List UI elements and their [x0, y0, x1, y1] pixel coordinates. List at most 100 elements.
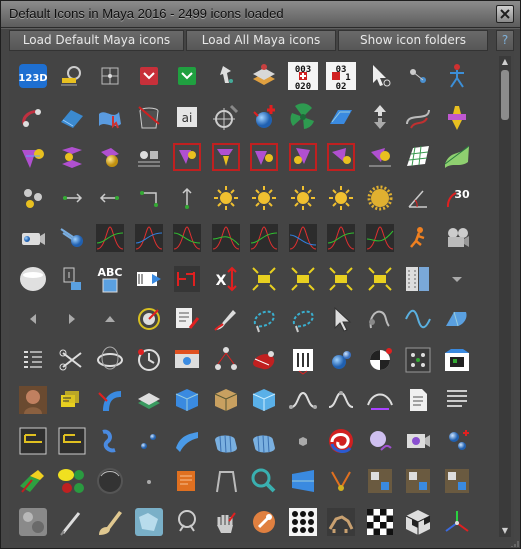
target-ring-icon[interactable] — [130, 299, 169, 340]
close-button[interactable] — [496, 5, 514, 23]
curve-peak-icon[interactable] — [284, 380, 323, 421]
arrow-right-icon[interactable] — [53, 299, 92, 340]
snap-grid-icon[interactable] — [91, 56, 130, 97]
reveal-green-icon[interactable] — [168, 56, 207, 97]
graph-curve-icon-2[interactable] — [130, 218, 169, 259]
move-vertex-icon-3[interactable] — [130, 178, 169, 219]
camera-rig-icon[interactable] — [399, 421, 438, 462]
scroll-thumb[interactable] — [501, 70, 509, 120]
light-bulb-icon[interactable] — [207, 178, 246, 219]
up-down-arrows-icon[interactable] — [361, 97, 400, 138]
grid-surface-icon-2[interactable] — [438, 137, 477, 178]
scissors-cut-icon[interactable] — [53, 340, 92, 381]
deformer-red-icon[interactable] — [168, 137, 207, 178]
target-crosshair-icon[interactable] — [207, 97, 246, 138]
torus-rings-icon[interactable] — [91, 340, 130, 381]
delete-bin-icon[interactable] — [130, 97, 169, 138]
help-button[interactable]: ? — [496, 30, 514, 51]
chain-link-icon[interactable] — [91, 421, 130, 462]
paint-brush-big-icon[interactable] — [91, 502, 130, 538]
deformer-red-icon-4[interactable] — [284, 137, 323, 178]
comet-icon[interactable] — [53, 218, 92, 259]
bead-icon[interactable] — [399, 56, 438, 97]
deformer-plain-icon[interactable] — [361, 137, 400, 178]
film-camera-icon[interactable] — [438, 218, 477, 259]
photo-animal-icon[interactable] — [322, 502, 361, 538]
sphere-add-icon[interactable] — [245, 97, 284, 138]
checker-cube-icon[interactable] — [399, 502, 438, 538]
vertical-scrollbar[interactable]: ▲ ▼ — [499, 56, 511, 537]
editor-edit-icon[interactable] — [168, 299, 207, 340]
graph-curve-icon-8[interactable] — [361, 218, 400, 259]
color-swatch-icon[interactable] — [53, 461, 92, 502]
pencil-line-icon[interactable] — [53, 502, 92, 538]
camera-icon[interactable] — [14, 218, 53, 259]
key-pattern-icon[interactable] — [168, 259, 207, 300]
hair-volume-icon[interactable] — [14, 461, 53, 502]
scroll-down-arrow[interactable]: ▼ — [499, 525, 511, 537]
media-play-icon[interactable] — [130, 259, 169, 300]
lasso-dotted-icon-2[interactable] — [284, 299, 323, 340]
move-vertex-icon-4[interactable] — [168, 178, 207, 219]
frame-select-icon[interactable] — [14, 421, 53, 462]
cylinder-lofted-icon[interactable] — [207, 421, 246, 462]
text-tool-icon[interactable]: ABC — [91, 259, 130, 300]
show-icon-folders-button[interactable]: Show icon folders — [338, 30, 488, 51]
document-lines-icon[interactable] — [438, 380, 477, 421]
flare-search-icon[interactable] — [245, 461, 284, 502]
skeleton-joint-icon[interactable] — [438, 56, 477, 97]
small-cube-icon[interactable] — [284, 421, 323, 462]
ground-plane-icon[interactable] — [130, 137, 169, 178]
pixel-tile-icon-2[interactable] — [399, 461, 438, 502]
graph-curve-icon[interactable] — [91, 218, 130, 259]
layer-stack-icon[interactable] — [245, 56, 284, 97]
frame-select-icon-2[interactable] — [53, 421, 92, 462]
sphere-gray-icon[interactable] — [91, 461, 130, 502]
deformer-red-icon-5[interactable] — [322, 137, 361, 178]
outliner-list-icon[interactable] — [14, 340, 53, 381]
curve-project-icon[interactable] — [399, 97, 438, 138]
orange-note-icon[interactable] — [168, 461, 207, 502]
blue-plane-icon[interactable] — [322, 97, 361, 138]
graph-curve-icon-5[interactable] — [245, 218, 284, 259]
render-view-icon[interactable] — [168, 340, 207, 381]
light-bulb-icon-3[interactable] — [284, 178, 323, 219]
resize-grip-icon[interactable] — [511, 541, 519, 547]
cloth-cursor-icon[interactable] — [91, 97, 130, 138]
cone-tilt-icon[interactable] — [284, 461, 323, 502]
running-man-icon[interactable] — [399, 218, 438, 259]
surface-wave-icon[interactable] — [168, 421, 207, 462]
123d-logo-icon[interactable]: 123D — [14, 56, 53, 97]
wrap-curve-icon[interactable] — [361, 299, 400, 340]
arrow-left-icon[interactable] — [14, 299, 53, 340]
checker-shirt-icon[interactable] — [438, 340, 477, 381]
wrench-round-icon[interactable] — [245, 502, 284, 538]
lasso-dotted-icon[interactable] — [245, 299, 284, 340]
pixel-tile-icon[interactable] — [361, 461, 400, 502]
light-bulb-icon-2[interactable] — [245, 178, 284, 219]
arrow-up-icon[interactable] — [91, 299, 130, 340]
sphere-cluster-icon[interactable] — [322, 340, 361, 381]
pixel-tile-icon-3[interactable] — [438, 461, 477, 502]
paint-brush-icon[interactable] — [207, 299, 246, 340]
expand-box-icon[interactable] — [245, 259, 284, 300]
angle-axis-icon[interactable] — [399, 178, 438, 219]
uv-layers-icon[interactable] — [130, 380, 169, 421]
cube-shade-icon[interactable] — [207, 380, 246, 421]
move-vertex-icon[interactable] — [53, 178, 92, 219]
dot-matrix-icon[interactable] — [284, 502, 323, 538]
film-strip-icon[interactable] — [399, 259, 438, 300]
graph-curve-icon-6[interactable] — [284, 218, 323, 259]
surface-edit-icon[interactable] — [53, 97, 92, 138]
node-tree-icon[interactable] — [207, 340, 246, 381]
graph-curve-icon-3[interactable] — [168, 218, 207, 259]
path-shape-icon[interactable] — [207, 461, 246, 502]
title-bar[interactable]: Default Icons in Maya 2016 - 2499 icons … — [1, 1, 520, 28]
scroll-up-arrow[interactable]: ▲ — [499, 56, 511, 68]
curve-peak-icon-3[interactable] — [361, 380, 400, 421]
avatar-head-icon[interactable] — [14, 380, 53, 421]
magnet-cone-icon[interactable] — [438, 97, 477, 138]
expand-box-icon-3[interactable] — [322, 259, 361, 300]
blend-shape-icon[interactable] — [14, 137, 53, 178]
graph-curve-icon-4[interactable] — [207, 218, 246, 259]
